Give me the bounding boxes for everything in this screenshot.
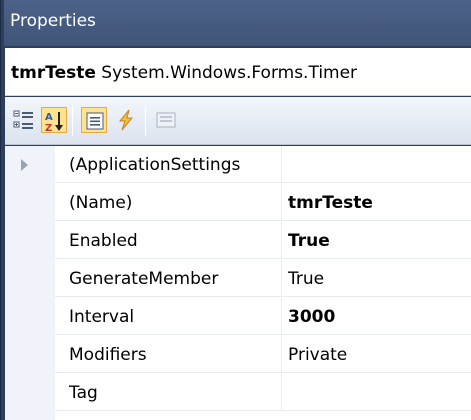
property-name: (Name): [69, 193, 133, 213]
toolbar-separator: [145, 106, 146, 136]
property-value[interactable]: tmrTeste: [281, 184, 471, 221]
property-value[interactable]: Private: [281, 336, 471, 373]
alphabetical-icon: A Z: [45, 112, 63, 132]
events-icon: [118, 109, 134, 131]
property-row[interactable]: Interval 3000: [55, 298, 471, 335]
events-button[interactable]: [113, 107, 139, 133]
property-value[interactable]: True: [281, 260, 471, 297]
alphabetical-button[interactable]: A Z: [41, 107, 67, 133]
window-title: Properties: [4, 0, 471, 46]
properties-icon: [86, 112, 104, 130]
property-name: Modifiers: [69, 345, 147, 365]
property-grid: (ApplicationSettings (Name) tmrTeste Ena…: [5, 146, 471, 420]
property-name: Tag: [69, 383, 98, 403]
object-type: System.Windows.Forms.Timer: [101, 63, 358, 83]
property-row[interactable]: Enabled True: [55, 222, 471, 259]
object-selector[interactable]: tmrTeste System.Windows.Forms.Timer: [5, 48, 471, 96]
property-row[interactable]: GenerateMember True: [55, 260, 471, 297]
property-value[interactable]: [281, 146, 471, 183]
property-name: Interval: [69, 307, 135, 327]
properties-window: Properties tmrTeste System.Windows.Forms…: [0, 0, 471, 420]
property-row[interactable]: Tag: [55, 374, 471, 411]
object-name: tmrTeste: [11, 63, 96, 83]
properties-toolbar: A Z: [5, 97, 471, 145]
property-name: GenerateMember: [69, 269, 219, 289]
categorized-button[interactable]: [11, 107, 37, 133]
toolbar-separator: [72, 106, 73, 136]
categorized-icon: [13, 110, 33, 129]
property-row[interactable]: Modifiers Private: [55, 336, 471, 373]
property-pages-button[interactable]: [153, 107, 179, 133]
property-name: (ApplicationSettings: [69, 155, 241, 175]
property-name: Enabled: [69, 231, 138, 251]
property-row[interactable]: (Name) tmrTeste: [55, 184, 471, 221]
properties-button[interactable]: [81, 107, 107, 133]
svg-text:Z: Z: [45, 123, 52, 132]
property-value[interactable]: [281, 374, 471, 411]
svg-text:A: A: [45, 112, 53, 123]
property-value[interactable]: 3000: [281, 298, 471, 335]
property-value[interactable]: True: [281, 222, 471, 259]
property-row[interactable]: (ApplicationSettings: [55, 146, 471, 183]
expand-arrow-icon[interactable]: [21, 159, 28, 171]
property-pages-icon: [156, 112, 176, 128]
grid-gutter: [5, 146, 55, 420]
